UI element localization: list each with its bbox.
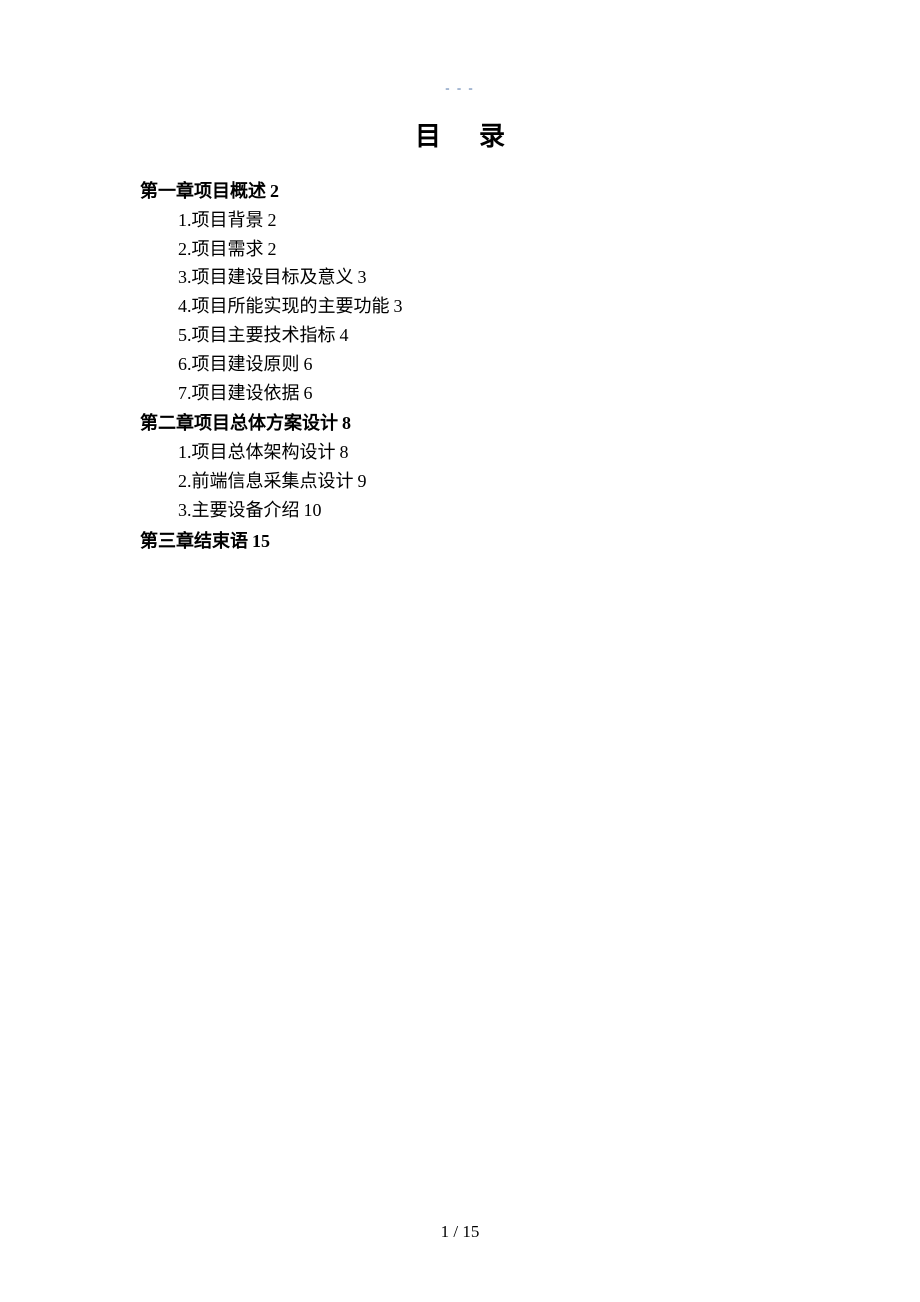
toc-item-label: 2.项目需求 [178,235,264,264]
toc-item-page: 9 [358,467,367,496]
page-footer: 1 / 15 [0,1222,920,1242]
document-page: - - - 目录 第一章项目概述 2 1.项目背景 2 2.项目需求 2 3.项… [0,0,920,555]
toc-item-page: 4 [340,321,349,350]
toc-item: 3.主要设备介绍 10 [140,496,780,525]
toc-item-page: 2 [268,235,277,264]
toc-item-page: 8 [340,438,349,467]
toc-item: 2.项目需求 2 [140,235,780,264]
page-title: 目录 [140,116,780,153]
toc-item: 1.项目总体架构设计 8 [140,438,780,467]
toc-item-page: 6 [304,379,313,408]
toc-item-label: 2.前端信息采集点设计 [178,467,354,496]
toc-chapter-title: 第一章项目概述 [140,177,266,206]
toc-item-page: 6 [304,350,313,379]
footer-separator: / [453,1222,458,1241]
toc-chapter-title: 第三章结束语 [140,527,248,556]
toc-item-label: 1.项目总体架构设计 [178,438,336,467]
toc-item-label: 6.项目建设原则 [178,350,300,379]
toc-item: 2.前端信息采集点设计 9 [140,467,780,496]
toc-item-label: 7.项目建设依据 [178,379,300,408]
toc-chapter-page: 8 [342,409,351,438]
toc-item-page: 3 [394,292,403,321]
toc-chapter-page: 15 [252,527,270,556]
toc-item-page: 3 [358,263,367,292]
toc-chapter-title: 第二章项目总体方案设计 [140,409,338,438]
toc-chapter: 第二章项目总体方案设计 8 [140,409,780,438]
toc-item-page: 2 [268,206,277,235]
toc-item-page: 10 [304,496,322,525]
header-marker: - - - [140,80,780,96]
toc-chapter-page: 2 [270,177,279,206]
table-of-contents: 第一章项目概述 2 1.项目背景 2 2.项目需求 2 3.项目建设目标及意义 … [140,177,780,555]
toc-item-label: 3.主要设备介绍 [178,496,300,525]
toc-item: 1.项目背景 2 [140,206,780,235]
toc-item-label: 4.项目所能实现的主要功能 [178,292,390,321]
toc-item: 3.项目建设目标及意义 3 [140,263,780,292]
toc-chapter: 第三章结束语 15 [140,527,780,556]
toc-item-label: 3.项目建设目标及意义 [178,263,354,292]
toc-item-label: 5.项目主要技术指标 [178,321,336,350]
footer-current-page: 1 [441,1222,450,1241]
toc-item: 7.项目建设依据 6 [140,379,780,408]
toc-item: 6.项目建设原则 6 [140,350,780,379]
footer-total-pages: 15 [462,1222,479,1241]
toc-chapter: 第一章项目概述 2 [140,177,780,206]
toc-item-label: 1.项目背景 [178,206,264,235]
toc-item: 5.项目主要技术指标 4 [140,321,780,350]
toc-item: 4.项目所能实现的主要功能 3 [140,292,780,321]
